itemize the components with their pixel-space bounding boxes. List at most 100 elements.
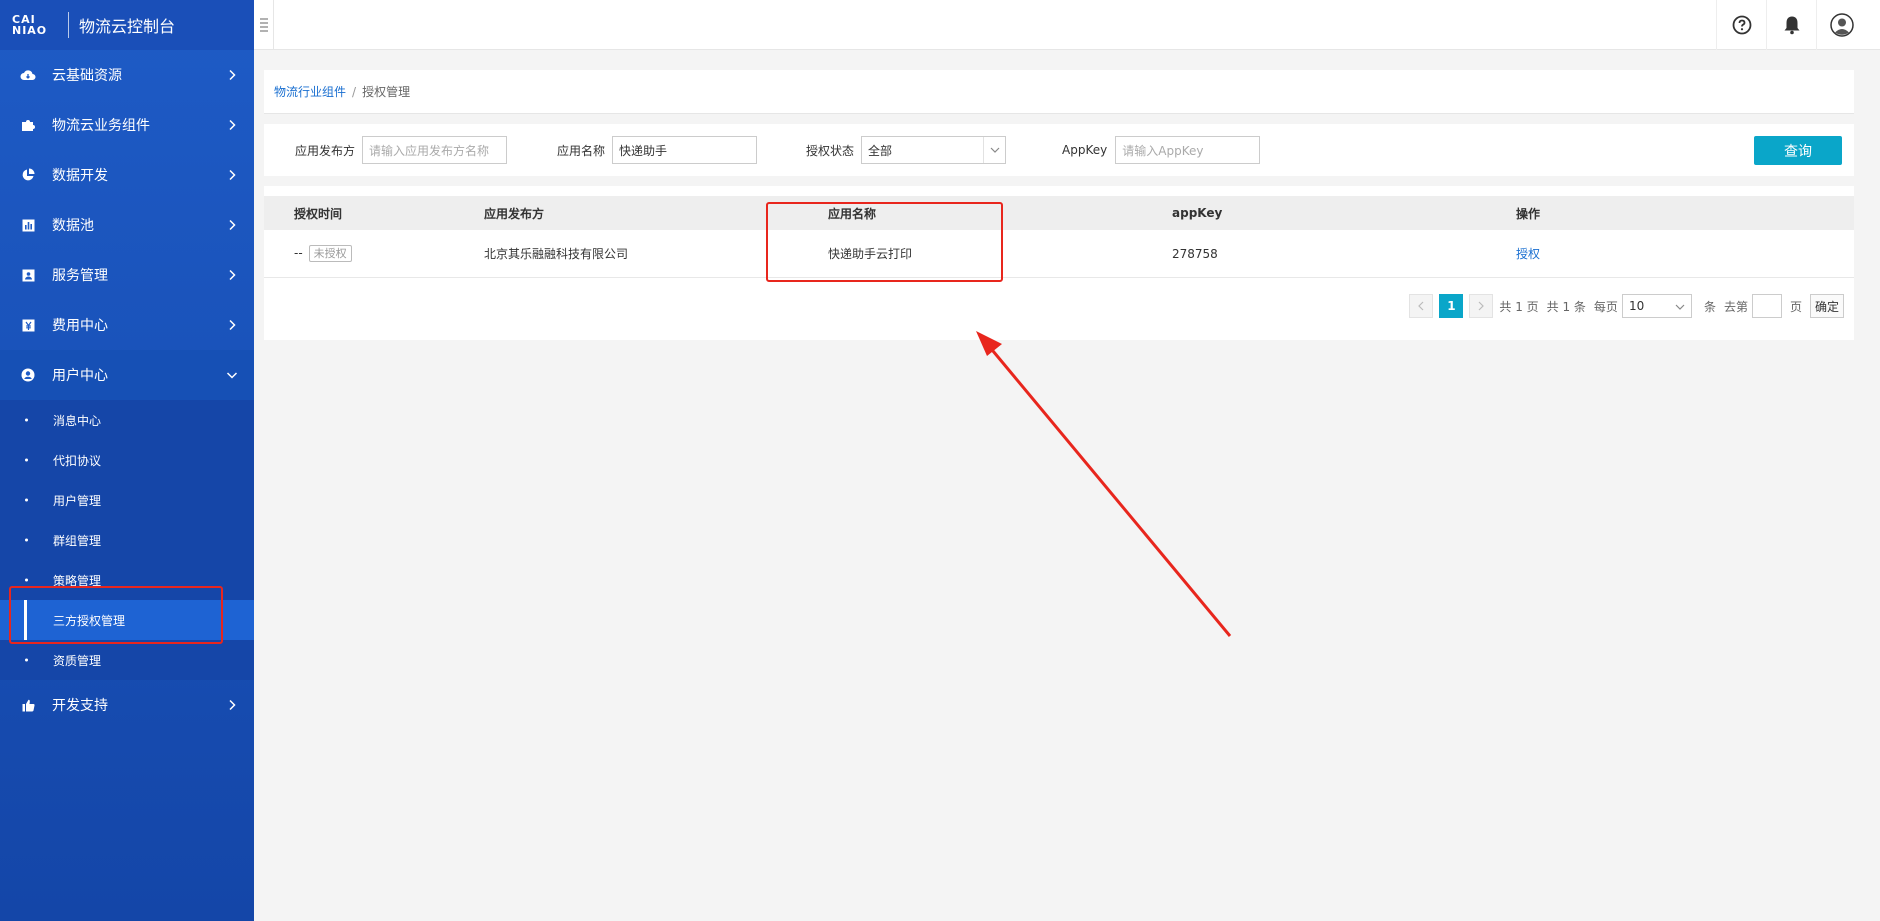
brand-bar: CAI NIAO 物流云控制台 — [0, 0, 254, 50]
cell-app-name: 快递助手云打印 — [828, 247, 913, 261]
table-top-gap — [264, 186, 1854, 196]
sidebar-item-label: 云基础资源 — [52, 68, 122, 84]
per-page-value: 10 — [1628, 299, 1645, 313]
goto-unit: 页 — [1789, 299, 1802, 314]
chevron-right-icon — [229, 699, 236, 711]
status-badge: 未授权 — [308, 245, 352, 262]
chevron-down-icon — [1675, 304, 1685, 310]
cainiao-logo: CAI NIAO — [12, 14, 52, 36]
subitem-label: 策略管理 — [53, 573, 102, 588]
chevron-down-icon — [983, 137, 1005, 163]
sidebar-item-data-pool[interactable]: 数据池 — [0, 200, 254, 250]
pie-chart-icon — [20, 167, 36, 183]
table-row: -- 未授权 北京其乐融融科技有限公司 快递助手云打印 278758 授权 — [264, 230, 1854, 278]
thumbs-up-icon — [20, 697, 36, 713]
puzzle-icon — [20, 117, 36, 133]
cell-publisher: 北京其乐融融科技有限公司 — [484, 247, 629, 261]
bar-chart-icon — [20, 217, 36, 233]
subitem-label: 三方授权管理 — [53, 613, 126, 628]
col-auth-time: 授权时间 — [294, 206, 343, 221]
chevron-right-icon — [229, 69, 236, 81]
sidebar-item-label: 开发支持 — [52, 698, 108, 714]
avatar-icon — [1829, 13, 1854, 37]
sidebar-subitem-third-party-auth[interactable]: 三方授权管理 — [0, 600, 254, 640]
total-pages: 共 1 页 — [1499, 299, 1539, 314]
per-page-unit: 条 — [1703, 299, 1716, 314]
sidebar: CAI NIAO 物流云控制台 云基础资源 物流云业务组件 数据开发 数据池 服… — [0, 0, 254, 921]
sidebar-item-billing[interactable]: 费用中心 — [0, 300, 254, 350]
top-header — [254, 0, 1880, 50]
chevron-right-icon — [229, 169, 236, 181]
prev-page-button[interactable] — [1409, 294, 1434, 318]
pagination: 1 共 1 页 共 1 条 每页 10 条 去第 页 确定 — [1409, 294, 1844, 318]
subitem-label: 用户管理 — [53, 493, 102, 508]
auth-table: 授权时间 应用发布方 应用名称 appKey 操作 -- 未授权 北京其乐融融科技… — [264, 186, 1854, 340]
total-items: 共 1 条 — [1546, 299, 1586, 314]
table-header: 授权时间 应用发布方 应用名称 appKey 操作 — [264, 196, 1854, 230]
user-circle-icon — [20, 367, 36, 383]
logo-line2: NIAO — [12, 24, 48, 37]
goto-confirm-button[interactable]: 确定 — [1809, 294, 1844, 318]
sidebar-subitem-debit-agreement[interactable]: 代扣协议 — [0, 440, 254, 480]
publisher-input[interactable]: 请输入应用发布方名称 — [362, 136, 508, 164]
sidebar-item-dev-support[interactable]: 开发支持 — [0, 680, 254, 730]
chevron-down-icon — [226, 372, 238, 379]
notifications-button[interactable] — [1766, 0, 1816, 50]
sidebar-subitem-qualification[interactable]: 资质管理 — [0, 640, 254, 680]
status-select[interactable]: 全部 — [861, 136, 1007, 164]
authorize-link[interactable]: 授权 — [1516, 245, 1540, 262]
sidebar-item-label: 数据开发 — [52, 168, 108, 184]
help-icon — [1732, 15, 1751, 35]
breadcrumb-link-industry-components[interactable]: 物流行业组件 — [274, 83, 346, 100]
user-center-submenu: 消息中心 代扣协议 用户管理 群组管理 策略管理 三方授权管理 资质管理 — [0, 400, 254, 680]
sidebar-item-label: 费用中心 — [52, 318, 108, 334]
cell-appkey: 278758 — [1172, 246, 1218, 261]
col-appkey: appKey — [1172, 206, 1223, 220]
sidebar-subitem-user-mgmt[interactable]: 用户管理 — [0, 480, 254, 520]
sidebar-item-business-components[interactable]: 物流云业务组件 — [0, 100, 254, 150]
user-avatar-button[interactable] — [1816, 0, 1866, 50]
goto-label: 去第 — [1723, 299, 1748, 314]
search-button[interactable]: 查询 — [1754, 136, 1842, 165]
goto-page-input[interactable] — [1751, 294, 1782, 318]
sidebar-item-user-center[interactable]: 用户中心 — [0, 350, 254, 400]
sidebar-item-data-dev[interactable]: 数据开发 — [0, 150, 254, 200]
sidebar-item-label: 服务管理 — [52, 268, 108, 284]
page-number-current[interactable]: 1 — [1439, 294, 1464, 318]
filter-bar: 应用发布方 请输入应用发布方名称 应用名称 快递助手 授权状态 全部 AppKe… — [264, 124, 1854, 176]
sidebar-item-label: 物流云业务组件 — [52, 118, 150, 134]
sidebar-item-cloud-resources[interactable]: 云基础资源 — [0, 50, 254, 100]
cell-auth-time: -- 未授权 — [294, 245, 352, 262]
sidebar-subitem-policy-mgmt[interactable]: 策略管理 — [0, 560, 254, 600]
subitem-label: 消息中心 — [53, 413, 102, 428]
sidebar-toggle-button[interactable] — [254, 0, 274, 50]
app-name-label: 应用名称 — [557, 143, 606, 158]
col-publisher: 应用发布方 — [484, 206, 545, 221]
id-card-icon — [20, 267, 36, 283]
sidebar-subitem-messages[interactable]: 消息中心 — [0, 400, 254, 440]
next-page-button[interactable] — [1469, 294, 1494, 318]
appkey-label: AppKey — [1062, 143, 1108, 157]
cloud-icon — [20, 67, 36, 83]
chevron-left-icon — [1418, 301, 1424, 311]
bell-icon — [1784, 16, 1799, 35]
brand-divider — [68, 12, 69, 38]
col-actions: 操作 — [1516, 206, 1541, 221]
chevron-right-icon — [229, 319, 236, 331]
per-page-label: 每页 — [1593, 299, 1618, 314]
sidebar-subitem-group-mgmt[interactable]: 群组管理 — [0, 520, 254, 560]
console-title: 物流云控制台 — [79, 17, 176, 36]
app-name-input[interactable]: 快递助手 — [612, 136, 758, 164]
col-app-name: 应用名称 — [828, 206, 877, 221]
sidebar-item-service-mgmt[interactable]: 服务管理 — [0, 250, 254, 300]
main-content: 物流行业组件 / 授权管理 应用发布方 请输入应用发布方名称 应用名称 快递助手… — [264, 70, 1854, 340]
appkey-input[interactable]: 请输入AppKey — [1115, 136, 1261, 164]
chevron-right-icon — [229, 269, 236, 281]
subitem-label: 资质管理 — [53, 653, 102, 668]
sidebar-item-label: 用户中心 — [52, 368, 108, 384]
auth-time-value: -- — [294, 246, 303, 260]
help-button[interactable] — [1716, 0, 1766, 50]
per-page-select[interactable]: 10 — [1621, 294, 1692, 318]
chevron-right-icon — [1478, 301, 1485, 311]
chevron-right-icon — [229, 219, 236, 231]
